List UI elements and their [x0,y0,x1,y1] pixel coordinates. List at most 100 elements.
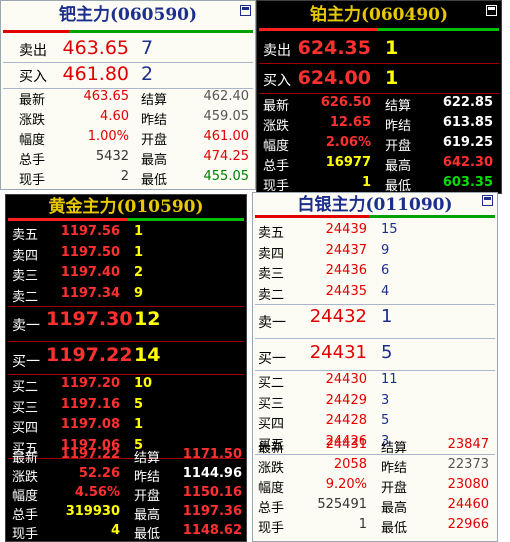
stat-value: 1.00% [87,129,129,144]
level-volume: 12 [134,308,161,330]
depth-row: 买二 1197.20 10 [6,376,246,397]
stat-value: 474.25 [203,149,250,164]
level-label: 买四 [258,417,285,432]
stat-value: 2 [120,169,129,184]
panel-palladium: 钯主力(060590) 卖出 463.65 7 买入 461.80 2 最新 46… [0,0,256,190]
stat-label: 开盘 [381,481,408,496]
stat-row: 幅度 9.20% 开盘 23080 [253,477,497,497]
level-price: 24428 [325,413,367,428]
stat-value: 22966 [447,517,489,532]
stat-value: 4.60 [100,109,129,124]
level-label: 卖四 [12,248,39,264]
stat-row: 总手 5432 最高 474.25 [1,149,255,169]
stat-row: 幅度 2.06% 开盘 619.25 [257,135,501,155]
stat-row: 现手 4 最低 1148.62 [6,523,246,542]
stat-label: 昨结 [385,119,412,134]
depth-row: 买二 24430 11 [253,372,497,393]
stat-value: 459.05 [203,109,250,124]
panel-title: 黄金主力(010590) [48,197,204,217]
depth-row: 卖四 24437 9 [253,243,497,264]
level-volume: 5 [381,413,390,428]
bid-volume: 2 [141,63,154,85]
divider [255,304,495,305]
level-price: 24437 [325,242,367,258]
stat-value: 12.65 [329,115,371,130]
stat-row: 最新 463.65 结算 462.40 [1,89,255,109]
stat-value: 525491 [317,497,367,512]
stat-label: 最新 [263,99,290,114]
level-label: 卖二 [12,289,39,305]
divider [8,306,244,307]
level-price: 1197.50 [60,244,120,260]
level-label: 卖四 [258,246,285,262]
stat-value: 1150.16 [182,485,242,500]
depth-row: 卖五 24439 15 [253,222,497,243]
level-price: 1197.30 [46,308,133,330]
level-label: 买四 [12,421,39,436]
level1-row: 卖一 1197.30 12 [6,308,246,338]
stat-row: 现手 1 最低 22966 [253,517,497,537]
stat-label: 总手 [12,508,39,523]
level-volume: 5 [381,342,393,363]
stat-label: 最高 [141,153,168,168]
panel-silver: 白银主力(011090) 卖五 24439 15 卖四 24437 9 卖三 24436 6 卖二… [252,192,498,542]
level-volume: 15 [381,222,398,237]
level-label: 卖一 [258,314,286,331]
maximize-icon[interactable] [240,5,251,16]
sell-strength-bar [69,30,253,33]
depth-row: 买三 1197.16 5 [6,397,246,418]
divider [259,93,499,94]
level-volume: 1 [134,224,144,239]
stat-value: 461.00 [203,129,250,144]
level-price: 1197.40 [60,265,120,280]
level-price: 24430 [325,372,367,387]
ask-price: 624.35 [297,37,371,59]
stat-label: 结算 [385,99,412,114]
level-label: 买二 [258,376,285,391]
stat-value: 1171.50 [182,447,242,462]
stat-label: 结算 [134,451,161,466]
stat-label: 最新 [258,441,285,456]
depth-row: 卖五 1197.56 1 [6,224,246,245]
level-price: 1197.16 [60,396,120,412]
stat-label: 最高 [385,159,412,174]
stat-label: 最新 [19,93,46,108]
level-price: 24435 [325,283,367,299]
panel-title: 钯主力(060590) [58,5,198,25]
level-label: 卖二 [258,287,285,303]
level1-row: 买一 1197.22 14 [6,344,246,374]
stat-label: 昨结 [381,461,408,476]
stat-label: 昨结 [134,470,161,485]
level-price: 1197.56 [60,224,120,239]
stat-label: 昨结 [141,113,168,128]
ask-volume: 1 [385,37,399,59]
stat-value: 642.30 [442,155,493,170]
stat-row: 总手 525491 最高 24460 [253,497,497,517]
level-label: 买三 [258,396,285,412]
stat-row: 总手 319930 最高 1197.36 [6,504,246,523]
stat-label: 总手 [263,159,290,174]
divider [8,374,244,375]
stat-value: 9.20% [325,477,367,492]
level-price: 24432 [309,306,367,327]
depth-row: 卖二 1197.34 9 [6,286,246,307]
stat-value: 613.85 [442,115,493,130]
stat-label: 现手 [12,527,39,542]
stat-value: 24460 [447,497,489,512]
level-label: 卖三 [258,267,285,282]
ask-volume: 7 [141,37,154,59]
stat-label: 开盘 [141,133,168,148]
stat-value: 462.40 [203,89,250,104]
maximize-icon[interactable] [482,195,493,206]
maximize-icon[interactable] [486,5,497,16]
depth-row: 卖三 1197.40 2 [6,265,246,286]
bid-label: 买入 [19,69,47,85]
level-volume: 6 [381,263,390,278]
level-label: 卖五 [12,228,39,243]
stat-label: 幅度 [263,139,290,154]
level-label: 卖三 [12,269,39,284]
level-volume: 4 [381,283,390,299]
stat-label: 涨跌 [19,113,46,128]
level-volume: 1 [381,306,393,327]
stat-row: 涨跌 2058 昨结 22373 [253,457,497,477]
